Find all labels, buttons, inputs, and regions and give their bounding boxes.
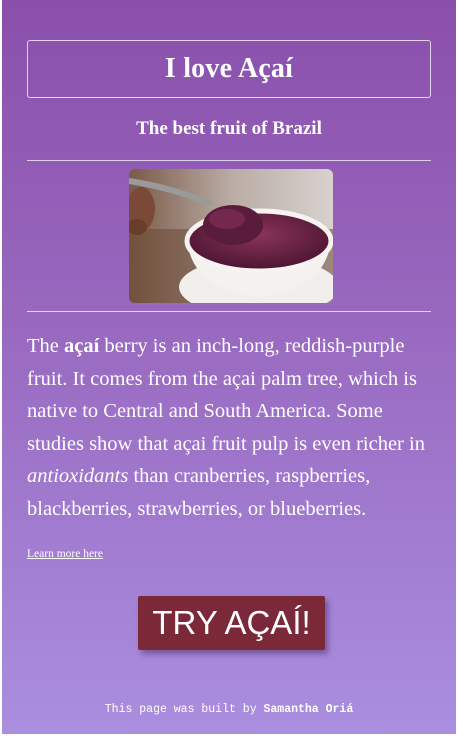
acai-bowl-image bbox=[129, 169, 333, 303]
description-bold-acai: açaí bbox=[64, 335, 100, 357]
footer-author: Samantha Oriá bbox=[263, 703, 354, 716]
page-title: I love Açaí bbox=[164, 53, 294, 84]
divider-top bbox=[27, 160, 431, 161]
learn-more-link[interactable]: Learn more here bbox=[27, 548, 103, 560]
footer-prefix: This page was built by bbox=[104, 703, 264, 716]
footer-credit: This page was built by Samantha Oriá bbox=[2, 703, 456, 716]
page: I love Açaí The best fruit of Brazil The… bbox=[2, 0, 456, 734]
try-acai-button[interactable]: TRY AÇAÍ! bbox=[138, 596, 325, 650]
acai-description: The açaí berry is an inch-long, reddish-… bbox=[27, 330, 437, 525]
description-italic-antioxidants: antioxidants bbox=[27, 465, 129, 487]
title-box: I love Açaí bbox=[27, 40, 431, 98]
divider-bottom bbox=[27, 311, 431, 312]
page-subtitle: The best fruit of Brazil bbox=[136, 118, 322, 139]
description-text-1: The bbox=[27, 335, 64, 357]
acai-photo bbox=[129, 169, 333, 303]
